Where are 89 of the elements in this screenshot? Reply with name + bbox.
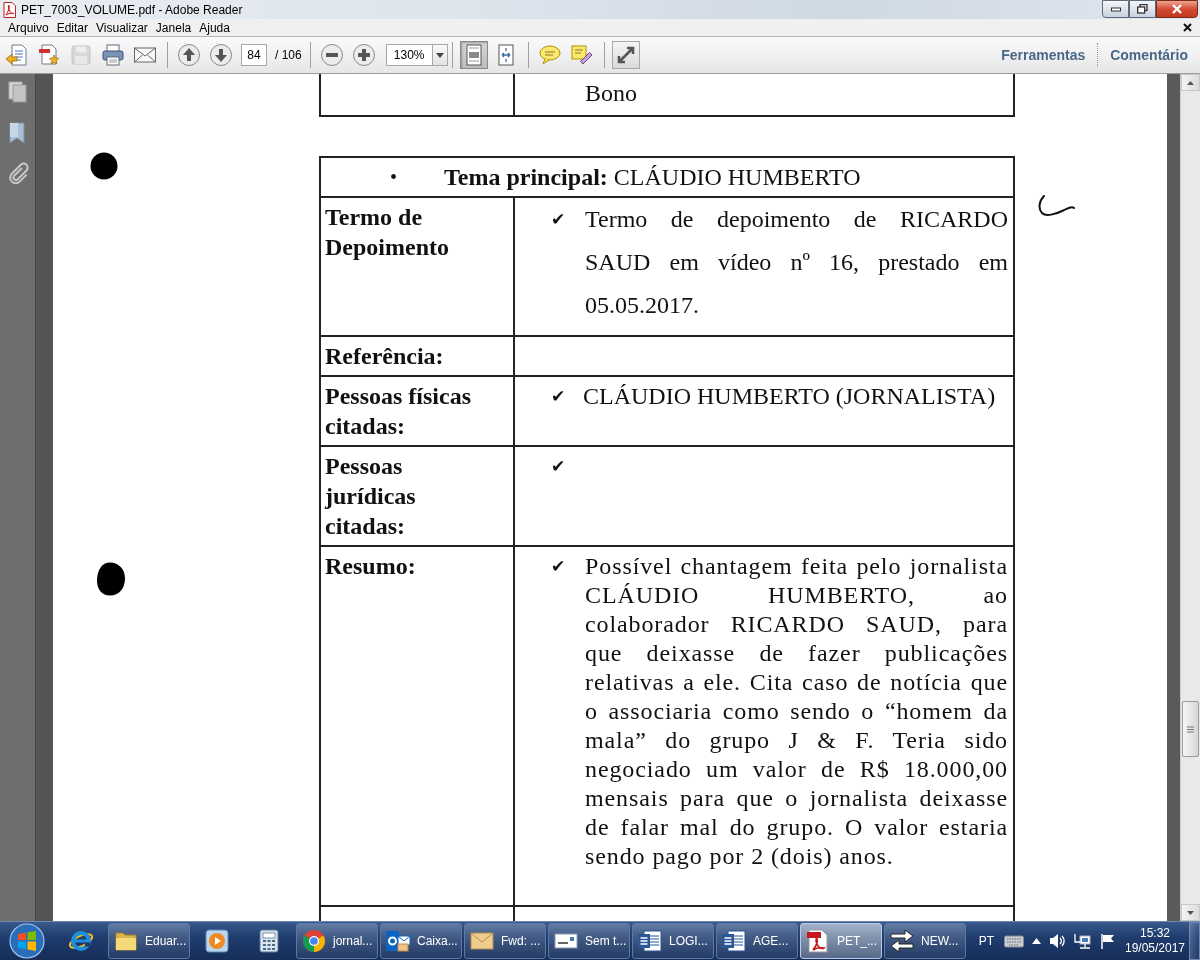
checkmark-bullet: ✔ [551,208,567,231]
caret-icon [1187,910,1194,915]
grip-icon [1187,725,1194,733]
row-label: Referência: [325,343,444,369]
mail-tile-icon [385,928,411,954]
cell-paragraph: Termo de depoimento de RICARDO SAUD em vídeo nº 16, prestado em 05.05.2017. [585,205,1008,320]
menu-item[interactable]: Ajuda [195,20,234,35]
zoom-in-icon [351,43,376,67]
windows-orb-icon [9,923,45,959]
heading-text: Tema principal: CLÁUDIO HUMBERTO [444,163,861,191]
network-icon[interactable] [1074,932,1092,950]
menu-item[interactable]: Arquivo [4,20,53,35]
row-label: Pessoas físicas citadas: [325,383,471,439]
menu-item[interactable]: Janela [151,20,196,35]
show-desktop-button[interactable] [1189,922,1200,960]
up-triangle-icon[interactable] [1032,938,1041,944]
close-icon [1171,4,1183,14]
globe-orbit-icon [68,928,94,954]
taskbar-button[interactable]: Caixa... [380,923,462,959]
play-tile-icon [204,928,230,954]
scroll-down-button[interactable] [1181,904,1200,921]
checkmark-bullet: ✔ [551,385,567,408]
checkmark-bullet: ✔ [551,555,567,578]
pages-icon[interactable] [6,80,29,104]
document-star-icon [37,43,61,67]
row-label: Pessoas jurídicas citadas: [325,453,416,539]
note-pen-icon [569,43,594,67]
pane-tab[interactable]: Ferramentas [989,47,1098,63]
print-button[interactable] [99,41,127,69]
printer-icon [101,43,125,67]
page-count: / 106 [275,48,302,62]
taskbar-button[interactable]: Sem t... [548,923,630,959]
language-indicator[interactable]: PT [976,934,996,948]
handwritten-stroke-drawing [1038,195,1076,217]
save-icon [69,43,93,67]
paperclip-icon[interactable] [6,162,29,186]
arrow-up-icon [177,43,201,67]
taskbar-button[interactable]: jornal... [296,923,378,959]
clock-date[interactable]: 19/05/2017 [1124,941,1186,956]
speaker-icon[interactable] [1049,933,1066,949]
row-label: Termo de Depoimento [325,204,449,260]
checkmark-bullet: ✔ [551,455,567,478]
full-screen-button[interactable] [611,41,640,69]
previous-page-button[interactable] [175,41,203,69]
table-cell-text: Bono [585,80,637,106]
taskbar-button[interactable]: Eduar... [108,923,190,959]
cell-paragraph: CLÁUDIO HUMBERTO (JORNALISTA) [583,382,997,411]
flag-icon[interactable] [1100,933,1116,949]
cell-paragraph: Possível chantagem feita pelo jornalista CLÁUDIO HUMBERTO, ao colaborador RICARDO SAUD, para que deixasse de fazer publicações relativas a ele. Cita caso de notícia que o associaria como sendo o “homem da mala” do grupo J & F. Teria sido negociado um valor de R$ 18.000,00 mensais para que o jornalista deixasse de falar mal do grupo. O valor estaria sendo pago por 2 (dois) anos. [585,552,1008,871]
caret-icon [1187,80,1194,85]
menu-item[interactable]: Editar [52,20,93,35]
clock-time[interactable]: 15:32 [1140,926,1170,941]
taskbar-button[interactable]: Fwd: ... [464,923,546,959]
close-icon [1183,23,1192,32]
restore-icon [1137,4,1148,14]
scrollbar-thumb[interactable] [1182,701,1199,757]
taskbar-button[interactable]: AGE... [716,923,798,959]
keyboard-icon[interactable] [1004,934,1024,948]
pdf-file-icon [805,928,831,954]
speech-bubble-icon [537,43,562,67]
minimize-icon [1110,6,1121,12]
zoom-out-icon [319,43,344,67]
row-label: Resumo: [325,553,416,579]
ink-dot-icon [90,152,118,180]
page-number-field[interactable]: 84 [241,44,267,66]
window-title: PET_7003_VOLUME.pdf - Adobe Reader [21,2,243,17]
bullet: • [390,165,398,189]
calculator-icon [256,928,282,954]
scroll-up-button[interactable] [1181,74,1200,91]
next-page-button[interactable] [207,41,235,69]
minimize-button[interactable] [1102,0,1129,18]
caret-icon [435,52,444,58]
zoom-field[interactable]: 130% [385,44,432,66]
taskbar-button[interactable]: LOGI... [632,923,714,959]
document-icon [637,928,663,954]
fit-page-button[interactable] [459,41,488,69]
menu-item[interactable]: Visualizar [92,20,152,35]
restore-button[interactable] [1129,0,1156,18]
pdf-file-icon [3,1,16,18]
document-arrow-icon [5,43,29,67]
pane-tab[interactable]: Comentário [1098,47,1200,63]
close-button[interactable] [1156,0,1198,18]
ink-dot-icon [96,562,126,596]
swap-arrows-icon [889,928,915,954]
browser-wheel-icon [301,928,327,954]
document-icon [721,928,747,954]
arrow-down-icon [209,43,233,67]
taskbar-button[interactable]: NEW... [884,923,966,959]
close-document-button[interactable] [1181,21,1194,34]
